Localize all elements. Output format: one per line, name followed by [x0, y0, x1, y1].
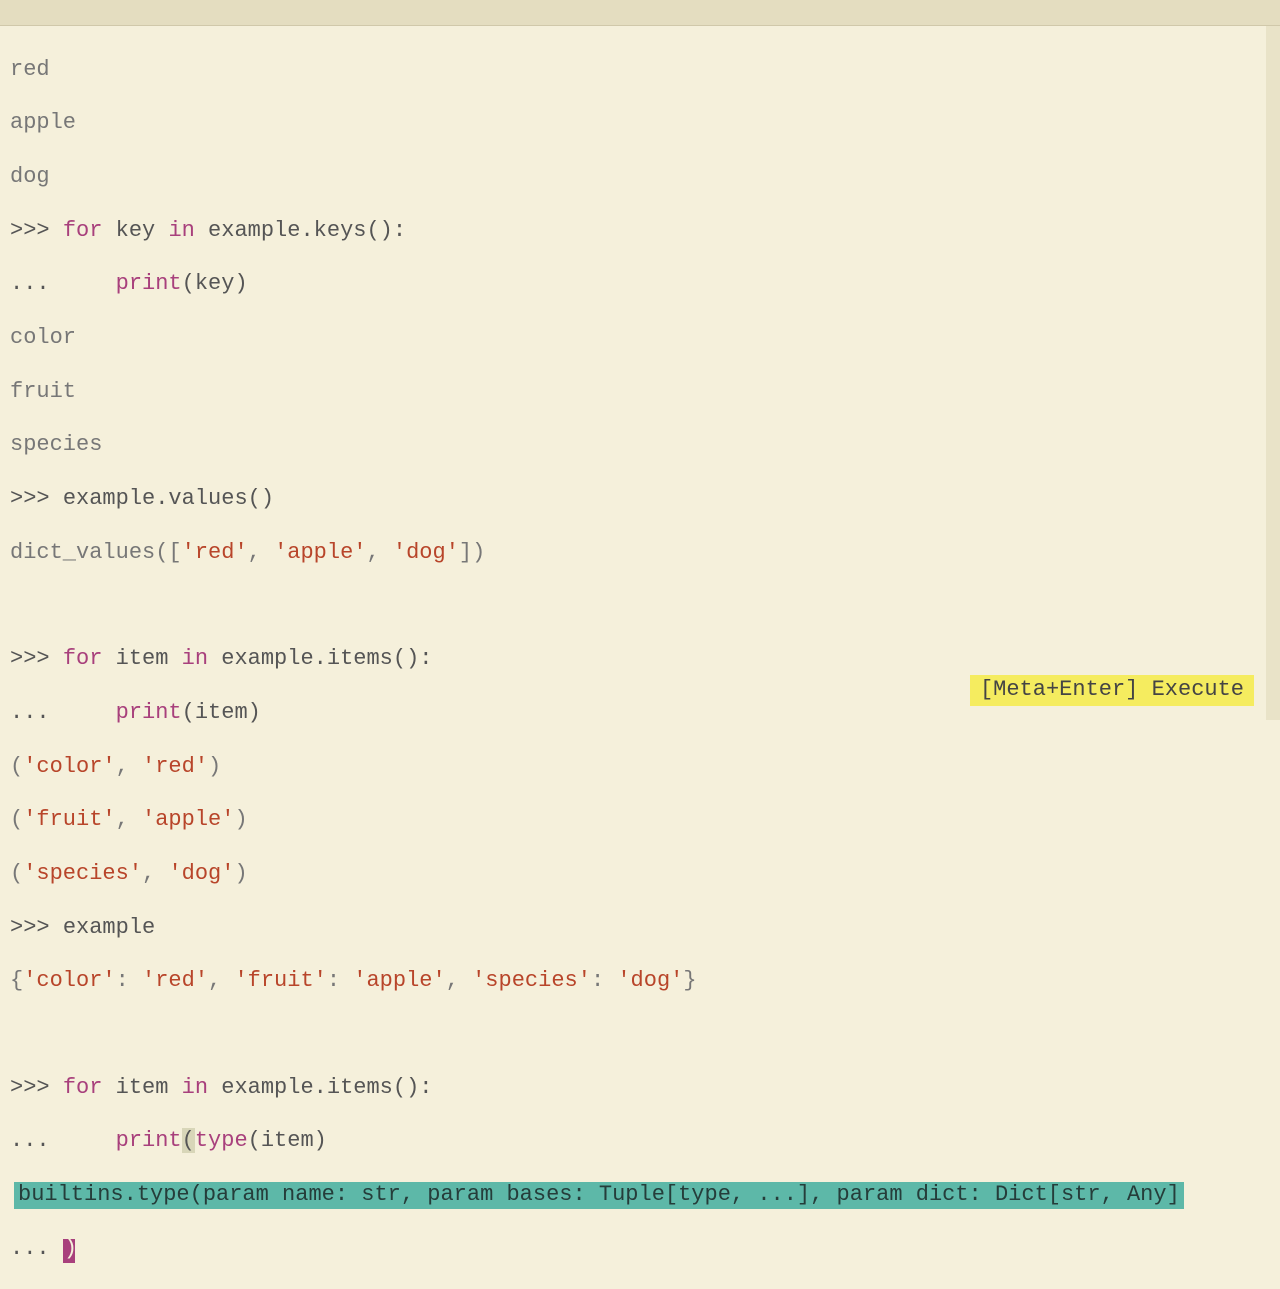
- output-line: red: [10, 57, 1270, 84]
- output-line: dog: [10, 164, 1270, 191]
- signature-hint: builtins.type(param name: str, param bas…: [10, 1182, 1270, 1209]
- output-line: color: [10, 325, 1270, 352]
- output-line: {'color': 'red', 'fruit': 'apple', 'spec…: [10, 968, 1270, 995]
- blank-line: [10, 593, 1270, 619]
- code-line: >>> for item in example.items():: [10, 646, 1270, 673]
- execute-hint: [Meta+Enter] Execute: [970, 675, 1254, 706]
- output-line: fruit: [10, 379, 1270, 406]
- output-line: ('color', 'red'): [10, 754, 1270, 781]
- output-line: ('fruit', 'apple'): [10, 807, 1270, 834]
- code-line: ... print(key): [10, 271, 1270, 298]
- blank-line: [10, 1022, 1270, 1048]
- code-line: >>> example: [10, 915, 1270, 942]
- output-line: species: [10, 432, 1270, 459]
- code-line: ... print(type(item): [10, 1128, 1270, 1155]
- output-line: ('species', 'dog'): [10, 861, 1270, 888]
- titlebar: [0, 0, 1280, 26]
- code-line: >>> for item in example.items():: [10, 1075, 1270, 1102]
- terminal-output[interactable]: red apple dog >>> for key in example.key…: [0, 26, 1280, 1289]
- code-line: >>> for key in example.keys():: [10, 218, 1270, 245]
- code-line: >>> example.values(): [10, 486, 1270, 513]
- output-line: dict_values(['red', 'apple', 'dog']): [10, 540, 1270, 567]
- output-line: apple: [10, 110, 1270, 137]
- code-line-active[interactable]: ... ): [10, 1236, 1270, 1263]
- scrollbar[interactable]: [1266, 26, 1280, 720]
